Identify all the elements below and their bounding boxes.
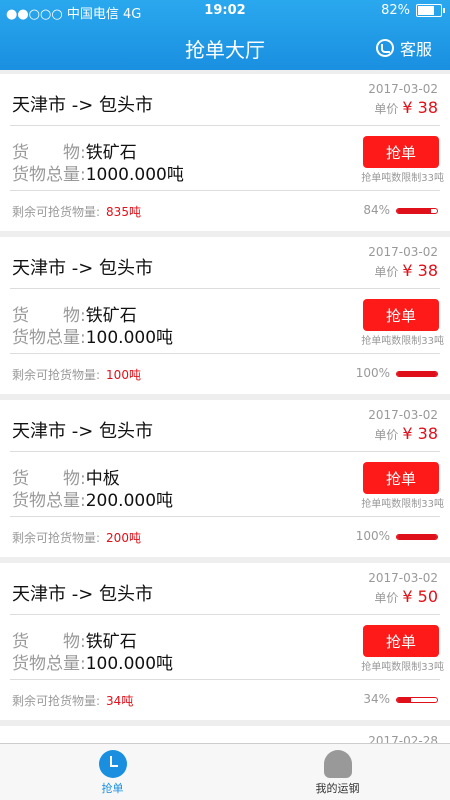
unit-price: 单价 ¥ 38 — [374, 261, 438, 280]
remaining-percent: 100% — [355, 366, 390, 380]
total-label: 货物总量: — [12, 491, 86, 511]
grab-order-button[interactable]: 抢单 — [363, 462, 439, 494]
tab-label: 抢单 — [101, 782, 124, 795]
top-bar: ●●○○○ 中国电信 4G 19:02 82% 抢单大厅 客服 — [0, 0, 450, 70]
tab-bar: 抢单 我的运钢 — [0, 743, 450, 800]
status-indicators: 82% — [381, 3, 445, 18]
remaining-progress-bar — [396, 697, 438, 703]
remaining-percent: 84% — [363, 203, 390, 217]
remaining-progress-bar — [396, 371, 438, 377]
order-card: 天津市 -> 包头市 2017-03-02 单价 ¥ 38 货 物:铁矿石 货物总… — [0, 74, 450, 231]
total-row: 货物总量:1000.000吨 — [12, 160, 184, 185]
total-row: 货物总量:100.000吨 — [12, 649, 173, 674]
remaining-value: 835吨 — [106, 205, 141, 219]
remaining-progress-bar — [396, 208, 438, 214]
remaining-label: 剩余可抢货物量: — [12, 694, 101, 708]
divider — [10, 353, 440, 354]
unit-price-value: ¥ 38 — [402, 424, 438, 443]
order-route: 天津市 -> 包头市 — [12, 258, 154, 279]
limit-note: 抢单吨数限制33吨 — [361, 662, 444, 673]
battery-icon — [416, 4, 445, 17]
unit-price-value: ¥ 38 — [402, 261, 438, 280]
remaining-value: 34吨 — [106, 694, 134, 708]
unit-price-label: 单价 — [374, 102, 399, 116]
remaining-label: 剩余可抢货物量: — [12, 531, 101, 545]
order-date: 2017-03-02 — [368, 245, 438, 259]
limit-note: 抢单吨数限制33吨 — [361, 173, 444, 184]
tab-my-shipments[interactable]: 我的运钢 — [225, 744, 450, 800]
grab-order-button[interactable]: 抢单 — [363, 625, 439, 657]
clock-icon — [98, 750, 127, 778]
status-bar: ●●○○○ 中国电信 4G 19:02 82% — [0, 0, 450, 22]
user-icon — [323, 750, 352, 778]
total-value: 1000.000吨 — [85, 165, 184, 185]
unit-price: 单价 ¥ 38 — [374, 98, 438, 117]
battery-percent: 82% — [381, 3, 410, 18]
tab-label: 我的运钢 — [315, 782, 360, 795]
remaining-row: 剩余可抢货物量: 835吨 — [12, 203, 141, 220]
customer-service-button[interactable]: 客服 — [375, 36, 432, 60]
total-value: 200.000吨 — [85, 491, 174, 511]
grab-order-button[interactable]: 抢单 — [363, 299, 439, 331]
unit-price-label: 单价 — [374, 591, 399, 605]
divider — [10, 451, 440, 452]
divider — [10, 288, 440, 289]
remaining-label: 剩余可抢货物量: — [12, 368, 101, 382]
unit-price-value: ¥ 50 — [402, 587, 438, 606]
unit-price-value: ¥ 38 — [402, 98, 438, 117]
total-label: 货物总量: — [12, 654, 86, 674]
divider — [10, 679, 440, 680]
order-route: 天津市 -> 包头市 — [12, 421, 154, 442]
remaining-row: 剩余可抢货物量: 200吨 — [12, 529, 141, 546]
remaining-progress-bar — [396, 534, 438, 540]
unit-price: 单价 ¥ 50 — [374, 587, 438, 606]
limit-note: 抢单吨数限制33吨 — [361, 336, 444, 347]
unit-price: 单价 ¥ 38 — [374, 424, 438, 443]
divider — [10, 125, 440, 126]
unit-price-label: 单价 — [374, 265, 399, 279]
remaining-label: 剩余可抢货物量: — [12, 205, 101, 219]
unit-price-label: 单价 — [374, 428, 399, 442]
total-row: 货物总量:100.000吨 — [12, 323, 173, 348]
order-card: 天津市 -> 包头市 2017-03-02 单价 ¥ 50 货 物:铁矿石 货物总… — [0, 563, 450, 720]
order-date: 2017-03-02 — [368, 82, 438, 96]
remaining-row: 剩余可抢货物量: 34吨 — [12, 692, 133, 709]
remaining-row: 剩余可抢货物量: 100吨 — [12, 366, 141, 383]
total-value: 100.000吨 — [85, 328, 174, 348]
divider — [10, 614, 440, 615]
grab-order-button[interactable]: 抢单 — [363, 136, 439, 168]
total-label: 货物总量: — [12, 328, 86, 348]
total-value: 100.000吨 — [85, 654, 174, 674]
order-card: 天津市 -> 包头市 2017-03-02 单价 ¥ 38 货 物:铁矿石 货物总… — [0, 237, 450, 394]
order-card: 2017-02-28 — [0, 726, 450, 744]
customer-service-label: 客服 — [399, 40, 432, 59]
divider — [10, 190, 440, 191]
divider — [10, 516, 440, 517]
remaining-value: 100吨 — [106, 368, 141, 382]
remaining-percent: 100% — [355, 529, 390, 543]
total-row: 货物总量:200.000吨 — [12, 486, 173, 511]
limit-note: 抢单吨数限制33吨 — [361, 499, 444, 510]
order-card: 天津市 -> 包头市 2017-03-02 单价 ¥ 38 货 物:中板 货物总量… — [0, 400, 450, 557]
order-list[interactable]: 天津市 -> 包头市 2017-03-02 单价 ¥ 38 货 物:铁矿石 货物总… — [0, 74, 450, 744]
remaining-value: 200吨 — [106, 531, 141, 545]
order-date: 2017-03-02 — [368, 571, 438, 585]
remaining-percent: 34% — [363, 692, 390, 706]
tab-grab-order[interactable]: 抢单 — [0, 744, 225, 800]
total-label: 货物总量: — [12, 165, 86, 185]
phone-icon — [375, 39, 394, 57]
order-route: 天津市 -> 包头市 — [12, 95, 154, 116]
order-route: 天津市 -> 包头市 — [12, 584, 154, 605]
order-date: 2017-03-02 — [368, 408, 438, 422]
